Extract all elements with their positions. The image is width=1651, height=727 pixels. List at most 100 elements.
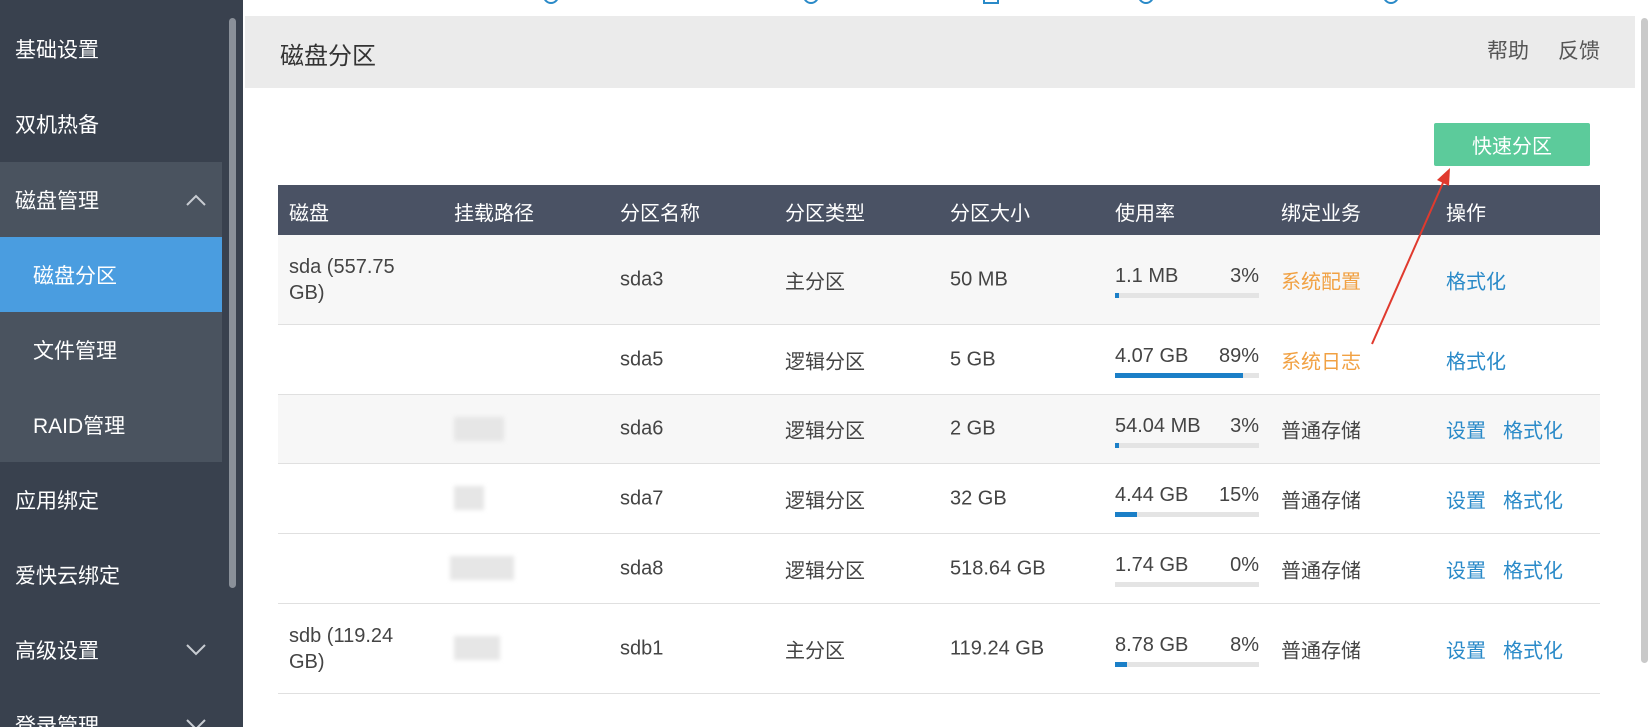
usage-meter: 4.07 GB 89% xyxy=(1115,345,1259,378)
sidebar-item-raid-management[interactable]: RAID管理 xyxy=(0,387,222,462)
sidebar-item-label: 爱快云绑定 xyxy=(15,564,120,588)
sidebar-item-disk-management[interactable]: 磁盘管理 xyxy=(0,162,222,237)
bound-service: 普通存储 xyxy=(1281,420,1361,443)
partition-type: 主分区 xyxy=(785,640,845,662)
page-title: 磁盘分区 xyxy=(280,43,376,70)
sidebar-item-file-management[interactable]: 文件管理 xyxy=(0,312,222,387)
table-row: sda5 逻辑分区 5 GB 4.07 GB 89% 系统日志 格式化 xyxy=(278,325,1600,395)
sidebar-item-label: 登录管理 xyxy=(15,714,99,727)
usage-meter: 1.74 GB 0% xyxy=(1115,554,1259,587)
table-header: 磁盘 挂载路径 分区名称 分区类型 分区大小 使用率 绑定业务 操作 xyxy=(278,185,1600,235)
column-header-type: 分区类型 xyxy=(785,203,865,225)
column-header-ops: 操作 xyxy=(1446,203,1486,225)
partition-size: 119.24 GB xyxy=(950,637,1045,659)
partition-type: 主分区 xyxy=(785,271,845,293)
bound-service: 系统日志 xyxy=(1281,351,1361,373)
partition-table: 磁盘 挂载路径 分区名称 分区类型 分区大小 使用率 绑定业务 操作 sda (… xyxy=(278,185,1600,694)
table-row: sda8 逻辑分区 518.64 GB 1.74 GB 0% 普通存储 设置 格式… xyxy=(278,534,1600,604)
usage-percent: 3% xyxy=(1230,265,1259,287)
usage-meter: 4.44 GB 15% xyxy=(1115,484,1259,517)
column-header-mount: 挂载路径 xyxy=(454,203,534,225)
usage-bar-fill xyxy=(1115,293,1120,298)
format-link[interactable]: 格式化 xyxy=(1446,345,1506,374)
settings-link[interactable]: 设置 xyxy=(1446,484,1486,513)
cpu-icon xyxy=(803,0,819,4)
sidebar-item-label: 应用绑定 xyxy=(15,489,99,513)
cpu-temp-icon xyxy=(543,0,559,4)
table-row: sda (557.75 GB) sda3 主分区 50 MB 1.1 MB 3% … xyxy=(278,235,1600,325)
bound-service: 普通存储 xyxy=(1281,640,1361,662)
used-value: 4.07 GB xyxy=(1115,345,1189,367)
bound-service: 普通存储 xyxy=(1281,560,1361,582)
sidebar-item-basic-settings[interactable]: 基础设置 xyxy=(0,11,222,86)
sidebar-item-disk-partition[interactable]: 磁盘分区 xyxy=(0,237,222,312)
usage-bar-fill xyxy=(1115,662,1127,667)
partition-size: 32 GB xyxy=(950,487,1007,509)
help-link[interactable]: 帮助 xyxy=(1487,35,1529,65)
format-link[interactable]: 格式化 xyxy=(1503,554,1563,583)
column-header-disk: 磁盘 xyxy=(289,203,329,225)
page-header: 磁盘分区 帮助 反馈 xyxy=(245,16,1635,88)
partition-type: 逻辑分区 xyxy=(785,420,865,443)
table-row: sdb (119.24 GB) sdb1 主分区 119.24 GB 8.78 … xyxy=(278,604,1600,694)
partition-type: 逻辑分区 xyxy=(785,490,865,512)
sidebar-item-ikuai-cloud-binding[interactable]: 爱快云绑定 xyxy=(0,537,222,612)
partition-name: sda8 xyxy=(620,557,664,579)
used-value: 4.44 GB xyxy=(1115,484,1189,506)
sidebar-item-label: 磁盘管理 xyxy=(15,189,99,213)
format-link[interactable]: 格式化 xyxy=(1503,484,1563,513)
table-row: sda7 逻辑分区 32 GB 4.44 GB 15% 普通存储 设置 格式化 xyxy=(278,464,1600,534)
partition-name: sdb1 xyxy=(620,637,664,659)
usage-bar-fill xyxy=(1115,512,1137,517)
sidebar-item-label: 磁盘分区 xyxy=(33,264,117,288)
usage-meter: 8.78 GB 8% xyxy=(1115,634,1259,667)
column-header-usage: 使用率 xyxy=(1115,203,1175,225)
usage-bar-fill xyxy=(1115,373,1244,378)
sidebar-item-login-management[interactable]: 登录管理 xyxy=(0,687,222,727)
format-link[interactable]: 格式化 xyxy=(1503,415,1563,444)
format-link[interactable]: 格式化 xyxy=(1503,634,1563,663)
redacted-mount-path xyxy=(454,486,484,510)
partition-name: sda6 xyxy=(620,417,664,440)
usage-meter: 54.04 MB 3% xyxy=(1115,415,1259,448)
usage-bar xyxy=(1115,512,1259,517)
usage-bar xyxy=(1115,662,1259,667)
sidebar-item-dual-hot-standby[interactable]: 双机热备 xyxy=(0,86,222,161)
usage-percent: 15% xyxy=(1218,484,1259,506)
memory-icon xyxy=(983,0,999,4)
upload-icon xyxy=(1138,0,1154,4)
bound-service: 系统配置 xyxy=(1281,271,1361,293)
status-strip xyxy=(243,0,1651,12)
sidebar-item-label: 双机热备 xyxy=(15,113,99,137)
sidebar-scrollbar[interactable] xyxy=(229,18,236,588)
partition-name: sda3 xyxy=(620,268,664,290)
used-value: 54.04 MB xyxy=(1115,415,1201,437)
used-value: 8.78 GB xyxy=(1115,634,1189,656)
disk-cell: sda (557.75 GB) xyxy=(289,255,395,304)
format-link[interactable]: 格式化 xyxy=(1446,265,1506,294)
partition-size: 50 MB xyxy=(950,268,1008,290)
usage-percent: 89% xyxy=(1218,345,1259,367)
chevron-up-icon xyxy=(186,194,206,206)
column-header-name: 分区名称 xyxy=(620,203,700,225)
disk-cell: sdb (119.24 GB) xyxy=(289,624,394,673)
settings-link[interactable]: 设置 xyxy=(1446,554,1486,583)
sidebar-item-app-binding[interactable]: 应用绑定 xyxy=(0,462,222,537)
partition-name: sda7 xyxy=(620,487,664,509)
usage-bar-fill xyxy=(1115,443,1120,448)
feedback-link[interactable]: 反馈 xyxy=(1558,35,1600,65)
redacted-mount-path xyxy=(454,636,500,660)
usage-bar xyxy=(1115,582,1259,587)
partition-size: 5 GB xyxy=(950,348,996,370)
partition-type: 逻辑分区 xyxy=(785,351,865,373)
quick-partition-button[interactable]: 快速分区 xyxy=(1434,123,1590,166)
settings-link[interactable]: 设置 xyxy=(1446,415,1486,444)
used-value: 1.1 MB xyxy=(1115,265,1179,287)
settings-link[interactable]: 设置 xyxy=(1446,634,1486,663)
usage-bar xyxy=(1115,293,1259,298)
column-header-size: 分区大小 xyxy=(950,203,1030,225)
sidebar-item-advanced-settings[interactable]: 高级设置 xyxy=(0,612,222,687)
usage-percent: 8% xyxy=(1230,634,1259,656)
bound-service: 普通存储 xyxy=(1281,490,1361,512)
page-scrollbar[interactable] xyxy=(1641,18,1648,663)
